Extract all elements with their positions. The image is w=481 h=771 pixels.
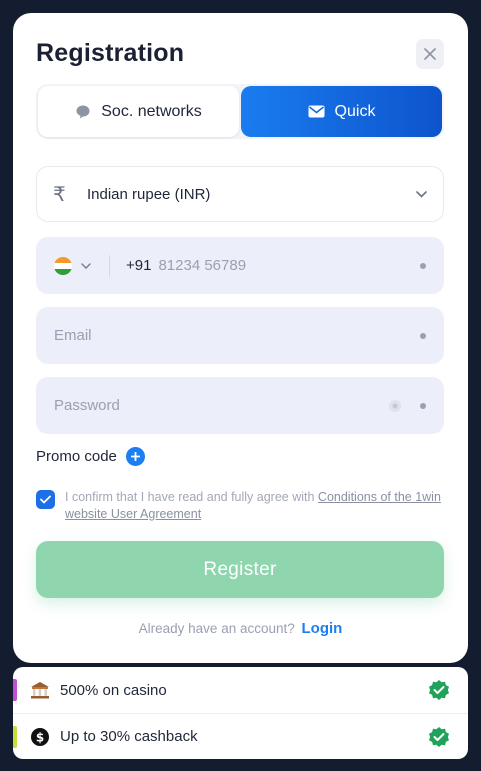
bonus-item-cashback[interactable]: $ Up to 30% cashback — [13, 713, 468, 759]
required-indicator — [420, 402, 426, 409]
plus-icon — [125, 447, 145, 466]
casino-icon — [29, 679, 51, 701]
chevron-down-icon — [416, 190, 427, 198]
country-chevron-icon[interactable] — [81, 262, 91, 269]
checkmark-icon — [40, 495, 51, 504]
currency-select[interactable]: ₹ Indian rupee (INR) — [36, 166, 444, 222]
email-field — [36, 307, 444, 364]
country-code: +91 — [126, 257, 152, 274]
currency-value: Indian rupee (INR) — [87, 185, 211, 203]
bonus-label: 500% on casino — [60, 681, 167, 699]
required-indicator — [420, 332, 426, 339]
close-icon — [424, 48, 436, 60]
modal-title: Registration — [36, 39, 185, 67]
india-flag-icon[interactable] — [54, 256, 72, 275]
tab-quick[interactable]: Quick — [241, 86, 442, 137]
agreement-statement: I confirm that I have read and fully agr… — [65, 490, 318, 504]
password-field — [36, 377, 444, 434]
svg-text:$: $ — [36, 730, 44, 744]
password-input[interactable] — [54, 397, 388, 414]
rupee-icon: ₹ — [53, 183, 66, 206]
agreement-checkbox[interactable] — [36, 490, 55, 509]
promo-code-toggle[interactable]: Promo code — [36, 447, 145, 466]
bonus-accent — [13, 679, 17, 701]
login-prompt-row: Already have an account? Login — [13, 620, 468, 637]
phone-input[interactable] — [158, 257, 420, 274]
verified-badge-icon — [429, 726, 449, 747]
agreement-text: I confirm that I have read and fully agr… — [65, 489, 446, 523]
tab-quick-label: Quick — [334, 102, 376, 120]
required-indicator — [420, 262, 426, 269]
registration-modal: Registration Soc. networks Quick ₹ India… — [13, 13, 468, 663]
email-input[interactable] — [54, 327, 420, 344]
tab-soc-networks[interactable]: Soc. networks — [38, 86, 239, 137]
tab-soc-networks-label: Soc. networks — [101, 102, 202, 120]
promo-code-label: Promo code — [36, 448, 117, 465]
agreement-row: I confirm that I have read and fully agr… — [36, 489, 446, 523]
phone-divider — [109, 254, 110, 277]
eye-icon[interactable] — [388, 399, 402, 413]
login-link[interactable]: Login — [302, 620, 343, 637]
login-prompt: Already have an account? — [138, 621, 295, 636]
phone-field: +91 — [36, 237, 444, 294]
cashback-icon: $ — [29, 726, 51, 748]
close-button[interactable] — [416, 39, 444, 69]
registration-tabs: Soc. networks Quick — [36, 84, 444, 139]
register-button[interactable]: Register — [36, 541, 444, 598]
verified-badge-icon — [429, 680, 449, 700]
bonus-list: 500% on casino $ Up to 30% cashback — [13, 667, 468, 759]
envelope-icon — [308, 105, 325, 118]
bonus-accent — [13, 726, 17, 748]
chat-bubble-icon — [76, 105, 90, 118]
bonus-label: Up to 30% cashback — [60, 728, 198, 745]
bonus-item-casino[interactable]: 500% on casino — [13, 667, 468, 713]
